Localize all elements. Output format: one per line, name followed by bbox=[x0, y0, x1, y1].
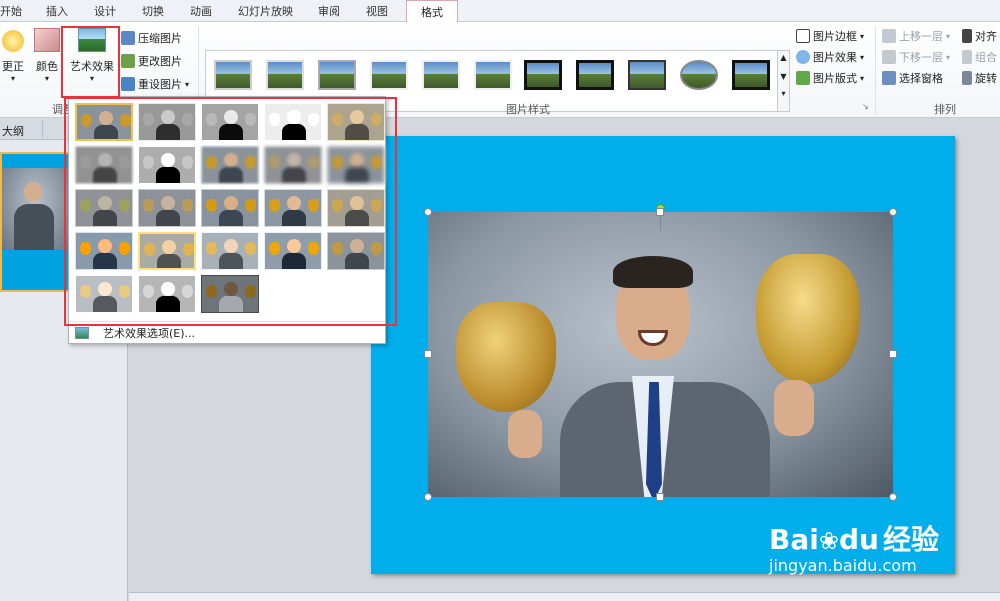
art-effect-thumb[interactable] bbox=[75, 275, 133, 313]
tab-home[interactable]: 开始 bbox=[0, 3, 22, 19]
style-thumb[interactable] bbox=[370, 60, 408, 90]
style-thumb[interactable] bbox=[732, 60, 770, 90]
art-effect-thumb[interactable] bbox=[327, 103, 385, 141]
change-picture-icon bbox=[121, 54, 135, 68]
tab-format[interactable]: 格式 bbox=[406, 0, 458, 23]
style-thumb[interactable] bbox=[214, 60, 252, 90]
style-thumb[interactable] bbox=[474, 60, 512, 90]
resize-handle[interactable] bbox=[424, 493, 432, 501]
art-effect-options-icon bbox=[75, 326, 89, 339]
change-picture-button[interactable]: 更改图片 bbox=[121, 51, 182, 71]
style-thumb[interactable] bbox=[266, 60, 304, 90]
resize-handle[interactable] bbox=[656, 208, 664, 216]
send-backward-button[interactable]: 下移一层 ▾ bbox=[882, 47, 950, 67]
tab-outline[interactable]: 大纲 bbox=[2, 123, 24, 139]
tab-transitions[interactable]: 切换 bbox=[142, 3, 164, 19]
tab-review[interactable]: 审阅 bbox=[318, 3, 340, 19]
baidu-watermark: Bai❀du 经验 bbox=[769, 523, 939, 556]
rotate-button[interactable]: 旋转 bbox=[962, 68, 997, 88]
align-icon bbox=[962, 29, 972, 43]
group-icon bbox=[962, 50, 972, 64]
tab-animations[interactable]: 动画 bbox=[190, 3, 212, 19]
resize-handle[interactable] bbox=[889, 493, 897, 501]
color-button[interactable]: 颜色 ▾ bbox=[32, 28, 62, 83]
group-button[interactable]: 组合 bbox=[962, 47, 997, 67]
art-effect-thumb[interactable] bbox=[75, 189, 133, 227]
compress-icon bbox=[121, 31, 135, 45]
art-effect-thumb[interactable] bbox=[327, 189, 385, 227]
picture-border-button[interactable]: 图片边框 ▾ bbox=[796, 26, 864, 46]
rotate-icon bbox=[962, 71, 972, 85]
style-thumb[interactable] bbox=[628, 60, 666, 90]
group-divider bbox=[875, 26, 876, 114]
art-effect-options-item[interactable]: 艺术效果选项(E)... bbox=[69, 321, 385, 343]
art-effect-thumb[interactable] bbox=[138, 146, 196, 184]
selection-pane-button[interactable]: 选择窗格 bbox=[882, 68, 943, 88]
art-effect-thumb[interactable] bbox=[327, 146, 385, 184]
tab-view[interactable]: 视图 bbox=[366, 3, 388, 19]
resize-handle[interactable] bbox=[424, 208, 432, 216]
art-effect-thumb[interactable] bbox=[75, 103, 133, 141]
compress-picture-button[interactable]: 压缩图片 bbox=[121, 28, 182, 48]
art-effect-thumb[interactable] bbox=[264, 232, 322, 270]
art-effect-thumb[interactable] bbox=[327, 232, 385, 270]
art-effect-button[interactable]: 艺术效果 ▾ bbox=[66, 28, 118, 83]
dialog-launcher-icon[interactable]: ↘ bbox=[862, 102, 869, 111]
arrange-group-label: 排列 bbox=[934, 103, 956, 116]
picture-effect-button[interactable]: 图片效果 ▾ bbox=[796, 47, 864, 67]
tab-design[interactable]: 设计 bbox=[94, 3, 116, 19]
bring-forward-icon bbox=[882, 29, 896, 43]
layout-icon bbox=[796, 71, 810, 85]
art-effect-icon bbox=[78, 28, 106, 52]
align-button[interactable]: 对齐 bbox=[962, 26, 997, 46]
correct-button[interactable]: 更正 ▾ bbox=[0, 28, 26, 83]
selection-pane-icon bbox=[882, 71, 896, 85]
border-icon bbox=[796, 29, 810, 43]
resize-handle[interactable] bbox=[889, 208, 897, 216]
send-backward-icon bbox=[882, 50, 896, 64]
picture-layout-button[interactable]: 图片版式 ▾ bbox=[796, 68, 864, 88]
ribbon-tabs: 开始 插入 设计 切换 动画 幻灯片放映 审阅 视图 格式 bbox=[0, 0, 1000, 23]
art-effect-thumb[interactable] bbox=[201, 189, 259, 227]
art-effect-thumb[interactable] bbox=[201, 146, 259, 184]
style-thumb[interactable] bbox=[576, 60, 614, 90]
watermark-url: jingyan.baidu.com bbox=[769, 556, 917, 575]
close-panel-icon[interactable] bbox=[42, 120, 43, 138]
bring-forward-button[interactable]: 上移一层 ▾ bbox=[882, 26, 950, 46]
tab-insert[interactable]: 插入 bbox=[46, 3, 68, 19]
resize-handle[interactable] bbox=[424, 350, 432, 358]
resize-handle[interactable] bbox=[889, 350, 897, 358]
style-thumb[interactable] bbox=[524, 60, 562, 90]
sun-icon bbox=[2, 30, 24, 52]
art-effect-thumb[interactable] bbox=[138, 232, 196, 270]
selected-picture[interactable] bbox=[428, 212, 893, 497]
tab-slideshow[interactable]: 幻灯片放映 bbox=[238, 3, 293, 19]
style-thumb[interactable] bbox=[422, 60, 460, 90]
art-effect-thumb[interactable] bbox=[264, 103, 322, 141]
resize-handle[interactable] bbox=[656, 493, 664, 501]
horizontal-scrollbar[interactable] bbox=[129, 592, 1000, 601]
art-effect-thumb[interactable] bbox=[201, 275, 259, 313]
art-effect-thumb[interactable] bbox=[264, 189, 322, 227]
style-thumb[interactable] bbox=[680, 60, 718, 90]
picture-styles-group-label: 图片样式 bbox=[506, 103, 550, 116]
art-effect-thumb[interactable] bbox=[201, 103, 259, 141]
paw-icon: ❀ bbox=[818, 527, 839, 555]
art-effect-thumb[interactable] bbox=[264, 146, 322, 184]
gallery-scrollbar[interactable]: ▲ ▼ ▾ bbox=[777, 51, 789, 111]
art-effect-thumb[interactable] bbox=[138, 189, 196, 227]
art-effect-thumb[interactable] bbox=[138, 103, 196, 141]
art-effect-thumb[interactable] bbox=[75, 232, 133, 270]
slide[interactable]: Bai❀du 经验 jingyan.baidu.com bbox=[371, 136, 955, 575]
reset-picture-button[interactable]: 重设图片 ▾ bbox=[121, 74, 189, 94]
reset-icon bbox=[121, 77, 135, 91]
art-effect-thumb[interactable] bbox=[75, 146, 133, 184]
art-effects-dropdown: 艺术效果选项(E)... bbox=[68, 96, 386, 344]
color-icon bbox=[34, 28, 60, 52]
art-effect-thumb[interactable] bbox=[138, 275, 196, 313]
effect-icon bbox=[796, 50, 810, 64]
slide-thumbnail[interactable] bbox=[0, 152, 70, 292]
style-thumb[interactable] bbox=[318, 60, 356, 90]
art-effect-thumb[interactable] bbox=[201, 232, 259, 270]
